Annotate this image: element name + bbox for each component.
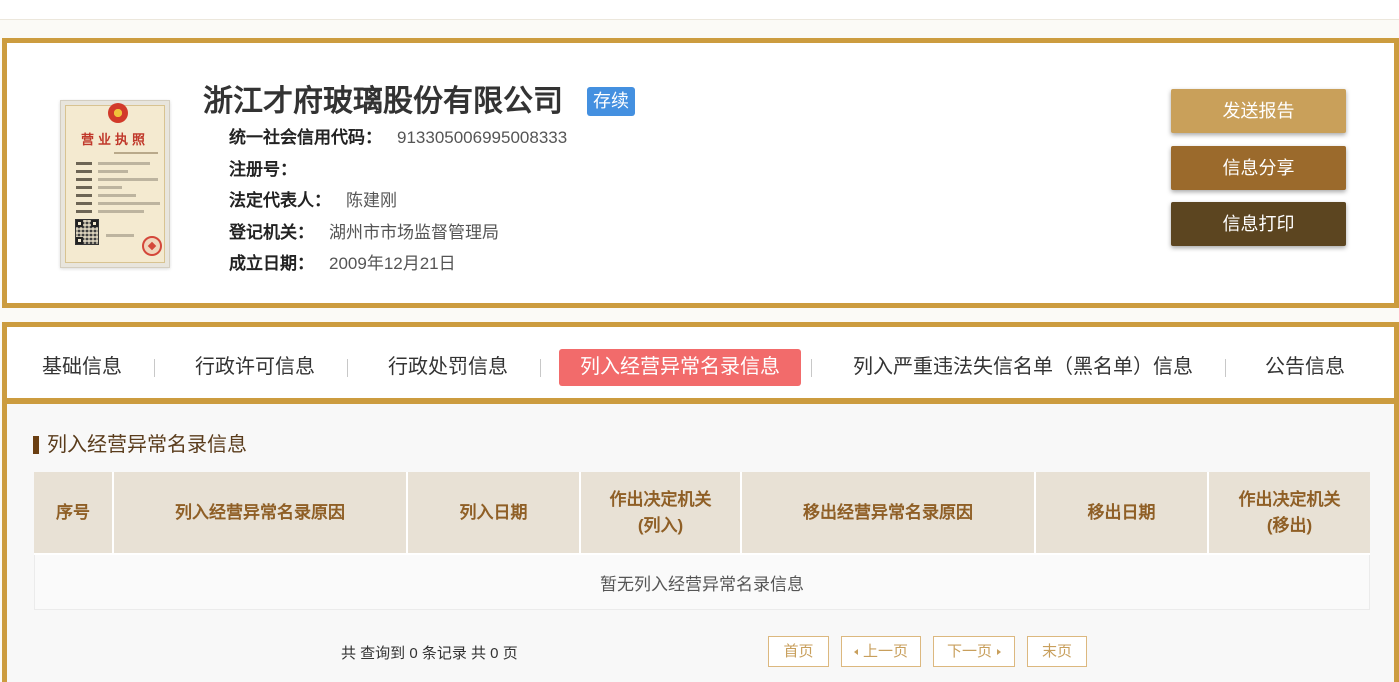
column-header-listing-authority: 作出决定机关 (列入) <box>581 472 742 555</box>
tab-separator <box>347 359 348 377</box>
national-emblem-icon <box>108 103 128 123</box>
send-report-button[interactable]: 发送报告 <box>1171 89 1346 133</box>
column-header-label: 序号 <box>56 502 90 522</box>
first-page-button[interactable]: 首页 <box>768 636 829 667</box>
column-header-label: 列入日期 <box>459 502 528 522</box>
field-value: 2009年12月21日 <box>329 254 456 273</box>
prev-page-label: 上一页 <box>862 643 908 660</box>
tab-separator <box>540 359 541 377</box>
tab-separator <box>811 359 812 377</box>
triangle-left-icon <box>853 649 858 656</box>
column-header-label: 列入经营异常名录原因 <box>175 502 345 522</box>
share-info-button[interactable]: 信息分享 <box>1171 146 1346 190</box>
field-label: 法定代表人： <box>229 191 331 210</box>
next-page-label: 下一页 <box>946 643 992 660</box>
empty-table-message: 暂无列入经营异常名录信息 <box>34 555 1370 610</box>
column-header-removal-reason: 移出经营异常名录原因 <box>742 472 1036 555</box>
field-label: 统一社会信用代码： <box>229 128 382 147</box>
table-header-row: 序号 列入经营异常名录原因 列入日期 作出决定机关 (列入) 移出经营异常名录原因… <box>34 472 1370 555</box>
table-row: 暂无列入经营异常名录信息 <box>34 555 1370 610</box>
field-value: 913305006995008333 <box>397 128 568 147</box>
official-seal-icon <box>142 236 162 256</box>
next-page-button[interactable]: 下一页 <box>933 636 1015 667</box>
company-name: 浙江才府玻璃股份有限公司 <box>203 85 563 118</box>
tab-separator <box>1225 359 1226 377</box>
column-header-label: 移出经营异常名录原因 <box>803 502 973 522</box>
first-page-label: 首页 <box>783 643 814 660</box>
tab-administrative-penalty[interactable]: 行政处罚信息 <box>388 349 508 386</box>
column-header-removal-date: 移出日期 <box>1036 472 1209 555</box>
column-header-listing-date: 列入日期 <box>408 472 581 555</box>
qr-code-icon <box>75 219 99 245</box>
license-subline <box>114 152 158 154</box>
triangle-right-icon <box>997 649 1001 656</box>
column-header-removal-authority: 作出决定机关 (移出) <box>1209 472 1370 555</box>
field-credit-code: 统一社会信用代码： 913305006995008333 <box>229 122 567 154</box>
field-label: 注册号： <box>229 159 297 179</box>
column-header-label: 作出决定机关 <box>1238 489 1341 509</box>
column-header-listing-reason: 列入经营异常名录原因 <box>114 472 408 555</box>
license-title: 营业执照 <box>80 132 149 147</box>
abnormal-operation-table: 序号 列入经营异常名录原因 列入日期 作出决定机关 (列入) 移出经营异常名录原因… <box>34 472 1370 610</box>
field-label: 登记机关： <box>229 222 314 242</box>
business-license-image: 营业执照 <box>60 100 170 268</box>
last-page-label: 末页 <box>1041 643 1072 660</box>
tab-administrative-license[interactable]: 行政许可信息 <box>195 349 315 386</box>
tab-blacklist[interactable]: 列入严重违法失信名单（黑名单）信息 <box>853 349 1193 386</box>
column-header-label: 移出日期 <box>1087 502 1156 522</box>
field-registration-authority: 登记机关： 湖州市市场监督管理局 <box>229 217 567 249</box>
prev-page-button[interactable]: 上一页 <box>841 636 921 667</box>
field-value: 湖州市市场监督管理局 <box>329 222 499 242</box>
company-info-card: 营业执照 浙江才府玻璃股份有限公司 存续 统一社会信用代码： 9133050069… <box>2 38 1399 308</box>
page: { "company": { "name": "浙江才府玻璃股份有限公司", "… <box>0 0 1399 682</box>
field-registration-number: 注册号： <box>229 154 567 186</box>
column-header-sublabel: (列入) <box>637 515 684 535</box>
column-header-index: 序号 <box>34 472 114 555</box>
section-title: 列入经营异常名录信息 <box>47 434 247 456</box>
tab-announcements[interactable]: 公告信息 <box>1265 349 1345 386</box>
section-title-marker <box>33 436 39 454</box>
top-strip <box>0 0 1399 20</box>
status-badge: 存续 <box>587 87 635 116</box>
pagination-summary: 共 查询到 0 条记录 共 0 页 <box>341 645 518 662</box>
tab-separator <box>154 359 155 377</box>
company-details: 统一社会信用代码： 913305006995008333 注册号： 法定代表人： 陈… <box>229 122 567 280</box>
field-legal-representative: 法定代表人： 陈建刚 <box>229 185 567 217</box>
records-card: 基础信息 行政许可信息 行政处罚信息 列入经营异常名录信息 列入严重违法失信名单… <box>2 322 1399 682</box>
field-value: 陈建刚 <box>346 191 397 210</box>
field-establishment-date: 成立日期： 2009年12月21日 <box>229 248 567 280</box>
print-info-button[interactable]: 信息打印 <box>1171 202 1346 246</box>
field-label: 成立日期： <box>229 254 314 273</box>
tab-bar: 基础信息 行政许可信息 行政处罚信息 列入经营异常名录信息 列入严重违法失信名单… <box>7 327 1394 404</box>
tab-abnormal-operation[interactable]: 列入经营异常名录信息 <box>559 349 801 386</box>
license-paper: 营业执照 <box>65 103 165 263</box>
column-header-sublabel: (移出) <box>1266 515 1313 535</box>
last-page-button[interactable]: 末页 <box>1027 636 1087 667</box>
column-header-label: 作出决定机关 <box>609 489 712 509</box>
tab-basic-info[interactable]: 基础信息 <box>42 349 122 386</box>
